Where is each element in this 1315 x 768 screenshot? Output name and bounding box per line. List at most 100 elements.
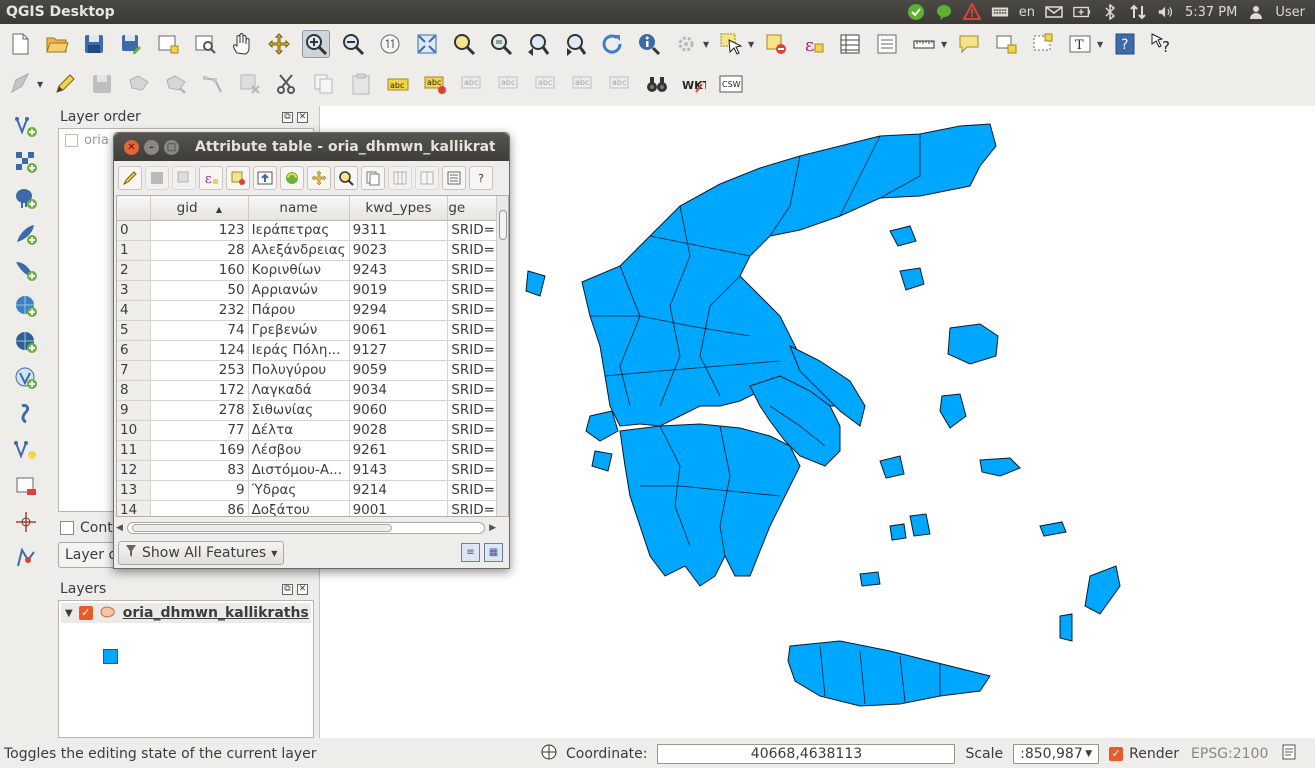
remove-layer-icon[interactable] [12, 472, 40, 500]
refresh-icon[interactable] [598, 30, 626, 58]
layer-visibility-checkbox[interactable]: ✓ [78, 606, 93, 620]
gid-cell[interactable]: 160 [150, 260, 249, 281]
deselect-icon[interactable] [762, 30, 790, 58]
volume-icon[interactable] [1157, 4, 1175, 20]
gid-cell[interactable]: 77 [150, 420, 249, 441]
add-wcs-layer-icon[interactable] [12, 328, 40, 356]
municipality-lemnos[interactable] [899, 267, 925, 291]
gid-cell[interactable]: 9 [150, 480, 249, 501]
table-row[interactable]: 11 169 Λέσβου 9261 SRID= [117, 440, 508, 461]
row-number[interactable]: 6 [117, 340, 152, 361]
scroll-right-icon[interactable]: ▶ [489, 523, 496, 533]
table-row[interactable]: 6 124 Ιεράς Πόλη... 9127 SRID= [117, 340, 508, 361]
kwd-ypes-cell[interactable]: 9061 [349, 320, 449, 341]
label-change-icon[interactable]: abc [606, 70, 634, 98]
measure-dropdown-icon[interactable]: ▼ [941, 40, 949, 49]
scale-combobox[interactable]: :850,987 ▼ [1013, 744, 1100, 764]
zoom-to-layer-icon[interactable] [487, 30, 515, 58]
paste-features-icon[interactable] [347, 70, 375, 98]
municipality-lesvos[interactable] [947, 323, 999, 365]
corner-header[interactable] [117, 196, 152, 221]
label-pin-icon[interactable]: abc [421, 70, 449, 98]
zoom-last-icon[interactable] [524, 30, 552, 58]
gid-cell[interactable]: 124 [150, 340, 249, 361]
form-view-icon[interactable]: ≡ [461, 543, 480, 562]
expression-select-icon[interactable]: ε [199, 166, 223, 190]
add-mssql-layer-icon[interactable] [12, 256, 40, 284]
table-row[interactable]: 2 160 Κορινθίων 9243 SRID= [117, 260, 508, 281]
name-cell[interactable]: Λέσβου [248, 440, 350, 461]
coordinate-mode-icon[interactable] [540, 743, 558, 765]
attribute-table-icon[interactable] [836, 30, 864, 58]
label-highlight-icon[interactable]: abc [458, 70, 486, 98]
attribute-grid[interactable]: gid ▲ name kwd_ypes ge 0 123 Ιεράπετρας 931… [116, 195, 509, 517]
gid-cell[interactable]: 86 [150, 500, 249, 516]
layer-item[interactable]: ▼ ✓ oria_dhmwn_kallikraths [61, 603, 311, 623]
kwd-ypes-cell[interactable]: 9023 [349, 240, 449, 261]
add-spatialite-layer-icon[interactable] [12, 220, 40, 248]
move-feature-icon[interactable] [162, 70, 190, 98]
zoom-next-icon[interactable] [561, 30, 589, 58]
kwd-ypes-cell[interactable]: 9261 [349, 440, 449, 461]
row-number[interactable]: 2 [117, 260, 152, 281]
name-cell[interactable]: Πάρου [248, 300, 350, 321]
form-annotation-icon[interactable] [1029, 30, 1057, 58]
open-project-icon[interactable] [43, 30, 71, 58]
add-raster-layer-icon[interactable] [12, 148, 40, 176]
kwd-ypes-cell[interactable]: 9243 [349, 260, 449, 281]
kwd-ypes-cell[interactable]: 9001 [349, 500, 449, 516]
kwd-ypes-cell[interactable]: 9294 [349, 300, 449, 321]
gid-cell[interactable]: 28 [150, 240, 249, 261]
label-rotate-icon[interactable]: abc [569, 70, 597, 98]
row-number[interactable]: 0 [117, 220, 152, 241]
gid-cell[interactable]: 83 [150, 460, 249, 481]
row-number[interactable]: 12 [117, 460, 152, 481]
binoculars-icon[interactable] [643, 70, 671, 98]
zoom-to-selection-icon[interactable] [334, 166, 358, 190]
toggle-edit-icon[interactable] [118, 166, 142, 190]
name-cell[interactable]: Διστόμου-Α... [248, 460, 350, 481]
municipality-milos[interactable] [859, 571, 881, 587]
row-number[interactable]: 8 [117, 380, 152, 401]
copy-features-icon[interactable] [310, 70, 338, 98]
select-icon[interactable] [717, 30, 745, 58]
vertical-scrollbar[interactable] [496, 196, 508, 516]
close-icon[interactable]: ✕ [297, 111, 308, 123]
gid-cell[interactable]: 172 [150, 380, 249, 401]
action-icon[interactable] [672, 30, 700, 58]
gid-cell[interactable]: 50 [150, 280, 249, 301]
user-name[interactable]: User [1275, 5, 1305, 20]
zoom-full-icon[interactable] [413, 30, 441, 58]
table-row[interactable]: 4 232 Πάρου 9294 SRID= [117, 300, 508, 321]
float-icon[interactable]: ⧉ [282, 111, 293, 123]
kwd-ypes-cell[interactable]: 9019 [349, 280, 449, 301]
kwd-ypes-cell[interactable]: 9311 [349, 220, 449, 241]
add-wms-layer-icon[interactable] [12, 292, 40, 320]
kwd-ypes-cell[interactable]: 9060 [349, 400, 449, 421]
pan-to-selection-icon[interactable] [265, 30, 293, 58]
name-cell[interactable]: Αρριανών [248, 280, 350, 301]
label-dropdown-icon[interactable]: ▼ [1097, 40, 1105, 49]
add-wfs-layer-icon[interactable] [12, 364, 40, 392]
bluetooth-icon[interactable] [1101, 4, 1119, 20]
kwd-ypes-cell[interactable]: 9143 [349, 460, 449, 481]
scale-value[interactable]: :850,987 [1020, 746, 1083, 762]
user-icon[interactable] [1247, 4, 1265, 20]
clock[interactable]: 5:37 PM [1185, 5, 1237, 20]
municipality-corfu[interactable] [525, 270, 546, 297]
pan-to-selection-icon[interactable] [307, 166, 331, 190]
wkt-icon[interactable]: WKT [680, 70, 708, 98]
row-number[interactable]: 1 [117, 240, 152, 261]
municipality-samos[interactable] [979, 457, 1021, 477]
new-text-annotation-icon[interactable] [992, 30, 1020, 58]
row-number[interactable]: 9 [117, 400, 152, 421]
warning-icon[interactable] [962, 3, 981, 20]
label-tool-icon[interactable]: T [1066, 30, 1094, 58]
kwd-ypes-cell[interactable]: 9028 [349, 420, 449, 441]
save-project-icon[interactable] [80, 30, 108, 58]
column-header-kwd-ypes[interactable]: kwd_ypes [349, 196, 449, 221]
keyboard-icon[interactable] [991, 4, 1009, 20]
composer-manager-icon[interactable] [191, 30, 219, 58]
zoom-out-icon[interactable] [339, 30, 367, 58]
add-feature-icon[interactable] [125, 70, 153, 98]
